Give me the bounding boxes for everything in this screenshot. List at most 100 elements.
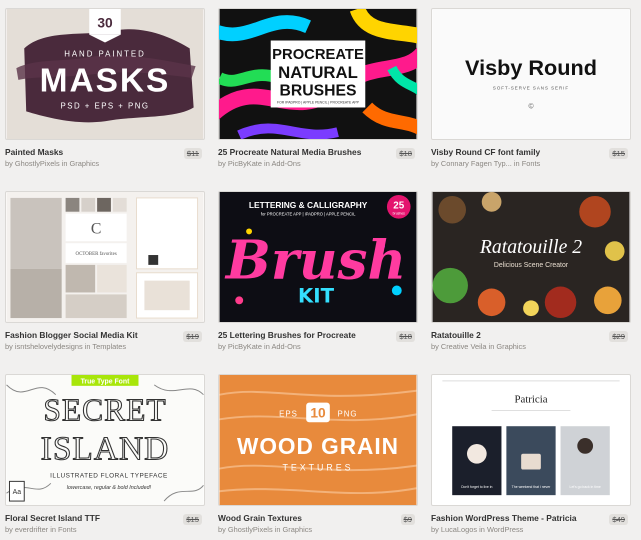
category-link[interactable]: Fonts [58, 525, 76, 534]
fashion-blogger-preview: C OCTOBER favorites [6, 192, 204, 322]
author-link[interactable]: PicByKate [228, 342, 262, 351]
product-title[interactable]: Floral Secret Island TTF [5, 513, 170, 523]
thumb-banner: True Type Font [81, 378, 130, 385]
thumb-line1: Visby Round [465, 55, 597, 80]
thumb-line3: ILLUSTRATED FLORAL TYPEFACE [50, 472, 168, 479]
font-file-icon: Aa [13, 489, 22, 496]
secret-island-preview: True Type Font SECRET ISLAND ILLUSTRATED… [6, 375, 204, 505]
category-link[interactable]: Add-Ons [271, 159, 300, 168]
thumb-line2: TEXTURES [283, 463, 354, 473]
category-link[interactable]: Templates [92, 342, 126, 351]
product-title[interactable]: 25 Lettering Brushes for Procreate [218, 330, 383, 340]
category-link[interactable]: Graphics [70, 159, 100, 168]
author-link[interactable]: PicByKate [228, 159, 262, 168]
author-link[interactable]: Creative Veila [441, 342, 487, 351]
thumb-line3: © [528, 102, 533, 110]
price-tag: $15 [609, 148, 628, 159]
in-label: in [61, 159, 68, 168]
product-title[interactable]: Visby Round CF font family [431, 147, 596, 157]
in-label: in [488, 342, 495, 351]
author-link[interactable]: LucaLogos [441, 525, 477, 534]
product-thumbnail[interactable]: True Type Font SECRET ISLAND ILLUSTRATED… [5, 374, 205, 506]
thumb-line3: PSD + EPS + PNG [60, 101, 149, 110]
thumb-line1: LETTERING & CALLIGRAPHY [249, 200, 368, 210]
product-meta: by PicByKate in Add-Ons [218, 342, 408, 351]
thumb-line1: HAND PAINTED [64, 49, 146, 58]
thumb-caption-3: Let's go back in time [570, 485, 601, 489]
product-thumbnail[interactable]: PROCREATE NATURAL BRUSHES FOR IPADPRO | … [218, 8, 418, 140]
patricia-theme-preview: Patricia Don't forget to live in The wee… [432, 375, 630, 505]
thumb-line2: for PROCREATE APP | IPADPRO | APPLE PENC… [261, 212, 356, 217]
procreate-brushes-preview: PROCREATE NATURAL BRUSHES FOR IPADPRO | … [219, 9, 417, 139]
by-label: by [431, 525, 439, 534]
category-link[interactable]: Graphics [283, 525, 313, 534]
author-link[interactable]: GhostlyPixels [228, 525, 273, 534]
product-thumbnail[interactable]: Visby Round SOFT-SERVE SANS SERIF © [431, 8, 631, 140]
product-thumbnail[interactable]: 30 HAND PAINTED MASKS PSD + EPS + PNG [5, 8, 205, 140]
category-link[interactable]: WordPress [487, 525, 523, 534]
by-label: by [218, 525, 226, 534]
price-tag: $15 [183, 514, 202, 525]
painted-masks-preview: 30 HAND PAINTED MASKS PSD + EPS + PNG [6, 9, 204, 139]
thumb-right: PNG [338, 409, 358, 418]
product-title[interactable]: Painted Masks [5, 147, 170, 157]
product-thumbnail[interactable]: EPS 10 PNG WOOD GRAIN TEXTURES [218, 374, 418, 506]
thumb-line2: SOFT-SERVE SANS SERIF [493, 86, 569, 91]
product-meta: by everdrifter in Fonts [5, 525, 195, 534]
badge-number: 25 [393, 201, 404, 212]
badge-number: 30 [97, 16, 113, 31]
badge-sub: brushes [393, 212, 406, 216]
by-label: by [218, 342, 226, 351]
by-label: by [5, 159, 13, 168]
in-label: in [264, 159, 270, 168]
thumb-line1: Ratatouille 2 [479, 236, 582, 258]
thumb-left: EPS [279, 409, 298, 418]
thumb-line3: BRUSHES [279, 83, 356, 100]
product-thumbnail[interactable]: LETTERING & CALLIGRAPHY for PROCREATE AP… [218, 191, 418, 323]
product-meta: by Connary Fagen Typ... in Fonts [431, 159, 621, 168]
author-link[interactable]: GhostlyPixels [15, 159, 60, 168]
wood-grain-preview: EPS 10 PNG WOOD GRAIN TEXTURES [219, 375, 417, 505]
author-link[interactable]: everdrifter [15, 525, 48, 534]
by-label: by [431, 159, 439, 168]
thumb-line1: OCTOBER favorites [76, 252, 117, 257]
price-tag: $11 [183, 148, 202, 159]
by-label: by [5, 342, 13, 351]
price-tag: $9 [400, 514, 415, 525]
author-link[interactable]: Connary Fagen Typ... [441, 159, 512, 168]
thumb-line2: Delicious Scene Creator [494, 262, 569, 269]
lettering-brushes-preview: LETTERING & CALLIGRAPHY for PROCREATE AP… [219, 192, 417, 322]
thumb-line4: KIT [298, 284, 335, 307]
product-title[interactable]: 25 Procreate Natural Media Brushes [218, 147, 383, 157]
category-link[interactable]: Fonts [522, 159, 540, 168]
product-thumbnail[interactable]: C OCTOBER favorites [5, 191, 205, 323]
product-meta: by PicByKate in Add-Ons [218, 159, 408, 168]
price-tag: $18 [396, 331, 415, 342]
thumb-line4: lowercase, regular & bold Included! [67, 485, 152, 491]
product-title[interactable]: Fashion WordPress Theme - Patricia [431, 513, 596, 523]
product-meta: by GhostlyPixels in Graphics [5, 159, 195, 168]
product-title[interactable]: Fashion Blogger Social Media Kit [5, 330, 170, 340]
thumb-line3: Brush [224, 229, 406, 292]
in-label: in [513, 159, 520, 168]
product-thumbnail[interactable]: Patricia Don't forget to live in The wee… [431, 374, 631, 506]
thumb-caption-1: Don't forget to live in [461, 485, 492, 489]
product-title[interactable]: Ratatouille 2 [431, 330, 596, 340]
visby-round-preview: Visby Round SOFT-SERVE SANS SERIF © [432, 9, 630, 139]
thumb-line2: NATURAL [278, 63, 358, 82]
in-label: in [274, 525, 281, 534]
product-title[interactable]: Wood Grain Textures [218, 513, 383, 523]
thumb-line4: FOR IPADPRO | APPLE PENCIL | PROCREATE A… [277, 101, 360, 105]
thumb-line1: PROCREATE [272, 47, 364, 63]
by-label: by [218, 159, 226, 168]
category-link[interactable]: Add-Ons [271, 342, 300, 351]
thumb-line2: MASKS [40, 63, 171, 100]
thumb-line1: WOOD GRAIN [237, 433, 399, 459]
ratatouille-preview: Ratatouille 2 Delicious Scene Creator [432, 192, 630, 322]
category-link[interactable]: Graphics [496, 342, 526, 351]
author-link[interactable]: isntshelovelydesigns [15, 342, 83, 351]
price-tag: $29 [609, 331, 628, 342]
product-thumbnail[interactable]: Ratatouille 2 Delicious Scene Creator [431, 191, 631, 323]
in-label: in [264, 342, 270, 351]
badge-number: 10 [310, 405, 326, 420]
